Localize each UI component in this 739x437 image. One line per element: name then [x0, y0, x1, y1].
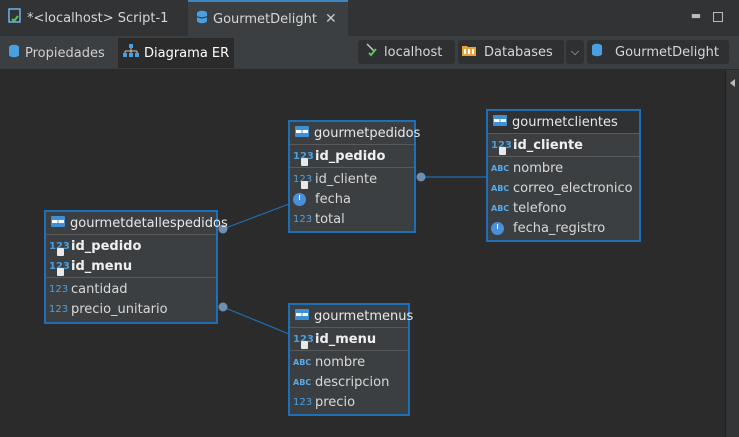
numeric-fk-icon: 123: [293, 174, 312, 189]
column-row[interactable]: ABC telefono: [488, 198, 639, 218]
entity-gourmetpedidos[interactable]: gourmetpedidos 123 id_pedido 123 id_client…: [288, 120, 420, 233]
numeric-icon: 123: [293, 396, 313, 408]
entity-title: gourmetpedidos: [314, 125, 421, 141]
entity-gourmetclientes[interactable]: gourmetclientes 123 id_cliente ABC nombre …: [486, 109, 641, 242]
numeric-key-icon: 123: [491, 140, 512, 155]
column-row[interactable]: 123 id_pedido: [46, 236, 216, 256]
numeric-icon: 123: [49, 283, 69, 295]
text-type-icon: ABC: [491, 203, 510, 213]
entity-gourmetdetallespedidos[interactable]: gourmetdetallespedidos 123 id_pedido 123 i…: [44, 210, 228, 324]
text-type-icon: ABC: [491, 183, 510, 193]
column-row[interactable]: 123 precio: [290, 392, 408, 412]
column-row[interactable]: 123 total: [290, 209, 414, 229]
entity-gourmetmenus[interactable]: gourmetmenus 123 id_menu ABC nombre ABC des…: [288, 303, 413, 416]
clock-icon: [491, 221, 509, 235]
entity-header: gourmetmenus: [290, 305, 413, 328]
column-row[interactable]: 123 id_cliente: [488, 135, 639, 155]
column-row[interactable]: ABC nombre: [290, 352, 408, 372]
table-icon: [295, 308, 309, 324]
numeric-key-icon: 123: [293, 151, 314, 166]
column-row[interactable]: 123 id_menu: [290, 329, 408, 349]
column-row[interactable]: fecha: [290, 189, 414, 209]
column-row[interactable]: 123 precio_unitario: [46, 299, 216, 319]
numeric-key-icon: 123: [293, 334, 314, 349]
entity-header: gourmetclientes: [488, 111, 639, 134]
text-type-icon: ABC: [491, 163, 510, 173]
column-row[interactable]: 123 id_pedido: [290, 146, 414, 166]
entity-title: gourmetclientes: [512, 114, 618, 130]
entity-header: gourmetpedidos: [290, 122, 420, 145]
entity-title: gourmetdetallespedidos: [70, 215, 228, 231]
text-type-icon: ABC: [293, 377, 312, 387]
column-row[interactable]: fecha_registro: [488, 218, 639, 238]
text-type-icon: ABC: [293, 357, 312, 367]
clock-icon: [293, 192, 311, 206]
numeric-icon: 123: [293, 213, 313, 225]
entity-title: gourmetmenus: [314, 308, 414, 324]
column-row[interactable]: 123 cantidad: [46, 279, 216, 299]
numeric-key-icon: 123: [49, 241, 70, 256]
numeric-icon: 123: [49, 303, 69, 315]
column-row[interactable]: ABC nombre: [488, 158, 639, 178]
column-row[interactable]: 123 id_cliente: [290, 169, 414, 189]
numeric-key-icon: 123: [49, 261, 70, 276]
column-row[interactable]: ABC correo_electronico: [488, 178, 639, 198]
column-row[interactable]: 123 id_menu: [46, 256, 216, 276]
entity-header: gourmetdetallespedidos: [46, 212, 228, 235]
table-icon: [295, 125, 309, 141]
table-icon: [493, 114, 507, 130]
column-row[interactable]: ABC descripcion: [290, 372, 408, 392]
table-icon: [51, 215, 65, 231]
